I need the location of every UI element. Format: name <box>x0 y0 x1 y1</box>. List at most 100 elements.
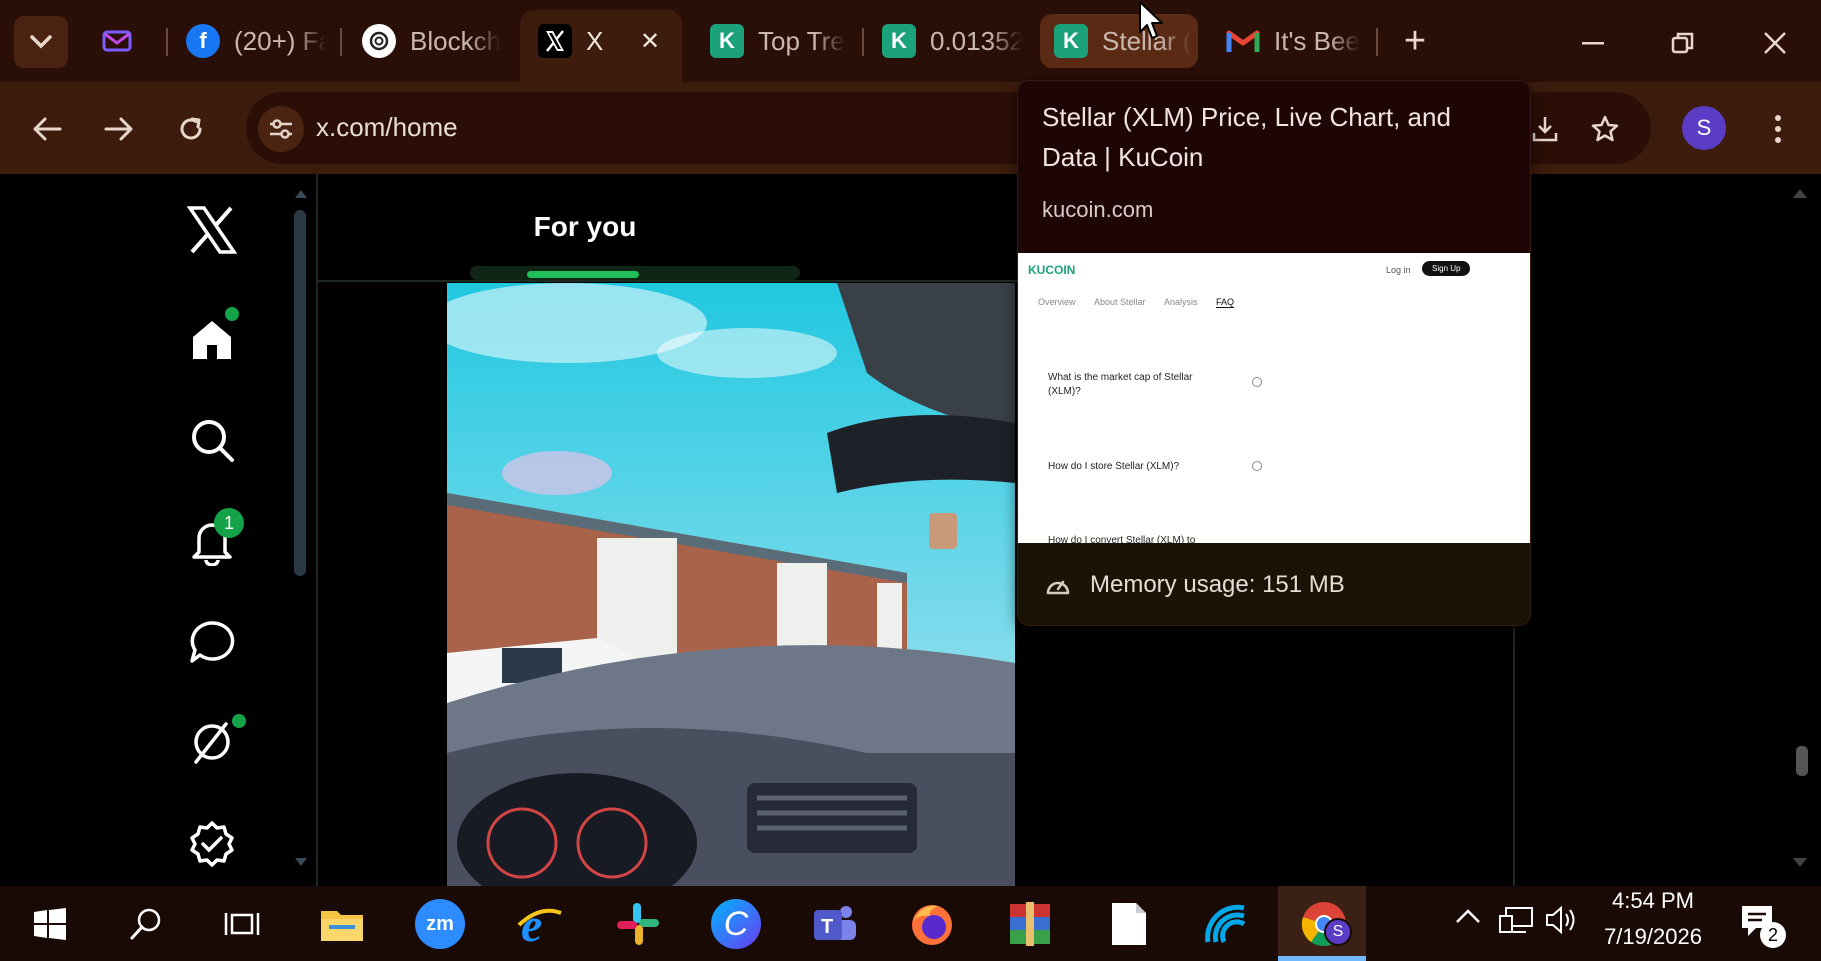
reload-icon <box>180 117 202 140</box>
tab-title: 0.01352 <box>930 25 1022 56</box>
preview-nav-overview: Overview <box>1038 297 1076 307</box>
bookmark-button[interactable] <box>1582 106 1628 152</box>
hover-card-title: Stellar (XLM) Price, Live Chart, and Dat… <box>1042 102 1451 172</box>
winrar-icon <box>1010 902 1050 946</box>
expand-icon <box>1252 461 1262 471</box>
slack-app[interactable] <box>608 894 668 954</box>
scroll-up-arrow[interactable] <box>294 186 308 200</box>
tab-title: (20+) Fa <box>234 25 326 56</box>
svg-text:e: e <box>521 899 542 949</box>
url-text[interactable]: x.com/home <box>316 112 458 143</box>
network-icon[interactable] <box>1498 904 1534 938</box>
nav-explore[interactable] <box>180 408 244 472</box>
preview-login: Log in <box>1386 265 1411 275</box>
notification-count: 2 <box>1760 922 1786 948</box>
tab-x[interactable]: X ✕ <box>538 12 678 70</box>
file-app[interactable] <box>1098 894 1158 954</box>
kucoin-icon: K <box>710 24 744 58</box>
firefox-app[interactable] <box>902 894 962 954</box>
openai-icon <box>362 24 396 58</box>
restore-button[interactable] <box>1660 20 1706 66</box>
zoom-icon: zm <box>415 899 465 949</box>
preview-nav-analysis: Analysis <box>1164 297 1198 307</box>
windows-icon <box>34 908 66 940</box>
page-scrollbar-thumb[interactable] <box>1796 746 1808 776</box>
preview-nav-about: About Stellar <box>1094 297 1146 307</box>
tab-title: It's Bee <box>1274 25 1360 56</box>
restore-icon <box>1671 32 1694 54</box>
document-icon <box>1112 903 1146 945</box>
x-logo-icon <box>187 206 237 254</box>
chat-icon <box>190 621 235 663</box>
kucoin-icon: K <box>882 24 916 58</box>
nav-messages[interactable] <box>180 610 244 674</box>
tab-blockchain[interactable]: Blockch <box>362 12 502 70</box>
search-icon <box>130 908 161 940</box>
tab-strip: f (20+) Fa Blockch X ✕ K Top Tre K 0.013… <box>0 0 1821 82</box>
winrar-app[interactable] <box>1000 894 1060 954</box>
preview-faq-2: How do I store Stellar (XLM)? <box>1048 461 1180 472</box>
page-scroll-up[interactable] <box>1792 186 1808 200</box>
start-button[interactable] <box>20 894 80 954</box>
tab-kucoin-price[interactable]: K 0.01352 <box>882 12 1022 70</box>
folder-icon <box>321 911 363 941</box>
x-logo-link[interactable] <box>180 198 244 262</box>
grok-icon <box>194 722 230 764</box>
minimize-button[interactable] <box>1570 20 1616 66</box>
scroll-down-arrow[interactable] <box>294 856 308 870</box>
tab-separator <box>166 28 168 56</box>
tab-title: Blockch <box>410 25 502 56</box>
preview-brand: KUCOIN <box>1028 263 1076 277</box>
grok-dot <box>232 714 246 728</box>
zoom-app[interactable]: zm <box>410 894 470 954</box>
new-tab-button[interactable]: + <box>1392 18 1438 64</box>
tab-kucoin-top[interactable]: K Top Tre <box>710 12 850 70</box>
tab-stellar[interactable]: K Stellar ( <box>1054 12 1194 70</box>
tab-for-you[interactable]: For you <box>480 174 690 280</box>
teams-app[interactable]: T <box>804 894 864 954</box>
task-view-button[interactable] <box>212 894 272 954</box>
clock-time[interactable]: 4:54 PM <box>1586 888 1720 914</box>
preview-faq-3: How do I convert Stellar (XLM) to <box>1048 535 1196 543</box>
cursor-icon <box>1139 1 1163 39</box>
close-icon[interactable]: ✕ <box>640 27 660 56</box>
forward-button[interactable] <box>96 106 142 152</box>
volume-icon[interactable] <box>1544 904 1580 938</box>
task-view-icon <box>224 913 260 935</box>
expand-icon <box>1252 377 1262 387</box>
internet-explorer[interactable]: e <box>510 894 570 954</box>
clock-date[interactable]: 7/19/2026 <box>1586 924 1720 950</box>
tab-mail[interactable] <box>100 12 170 70</box>
arrow-left-icon <box>33 117 62 141</box>
close-window-button[interactable] <box>1752 20 1798 66</box>
menu-button[interactable] <box>1760 106 1796 152</box>
tray-expand-button[interactable] <box>1454 906 1484 936</box>
svg-text:T: T <box>821 916 833 938</box>
tab-gmail[interactable]: It's Bee <box>1226 12 1366 70</box>
tab-facebook[interactable]: f (20+) Fa <box>186 12 326 70</box>
slack-icon <box>617 903 659 945</box>
nav-scrollbar-thumb[interactable] <box>294 210 306 576</box>
profile-avatar[interactable]: S <box>1682 106 1726 150</box>
preview-signup: Sign Up <box>1422 261 1471 276</box>
nav-verified[interactable] <box>180 812 244 876</box>
memory-usage: Memory usage: 151 MB <box>1090 571 1345 598</box>
arrow-right-icon <box>104 117 133 141</box>
file-explorer[interactable] <box>312 894 372 954</box>
post-image[interactable] <box>447 283 1015 886</box>
tab-hover-card: Stellar (XLM) Price, Live Chart, and Dat… <box>1017 80 1531 626</box>
tab-search-button[interactable] <box>14 16 68 68</box>
cortana-app[interactable]: C <box>706 894 766 954</box>
page-scroll-down[interactable] <box>1792 856 1808 870</box>
mail-icon <box>100 24 134 58</box>
more-vertical-icon <box>1775 115 1781 143</box>
back-button[interactable] <box>24 106 70 152</box>
close-icon <box>1764 32 1786 54</box>
site-info-button[interactable] <box>258 106 304 152</box>
tab-active-indicator <box>527 271 639 278</box>
wireless-app[interactable] <box>1196 894 1256 954</box>
taskbar-search[interactable] <box>116 894 176 954</box>
reload-button[interactable] <box>168 106 214 152</box>
tab-separator <box>340 28 342 56</box>
tab-separator <box>862 28 864 56</box>
